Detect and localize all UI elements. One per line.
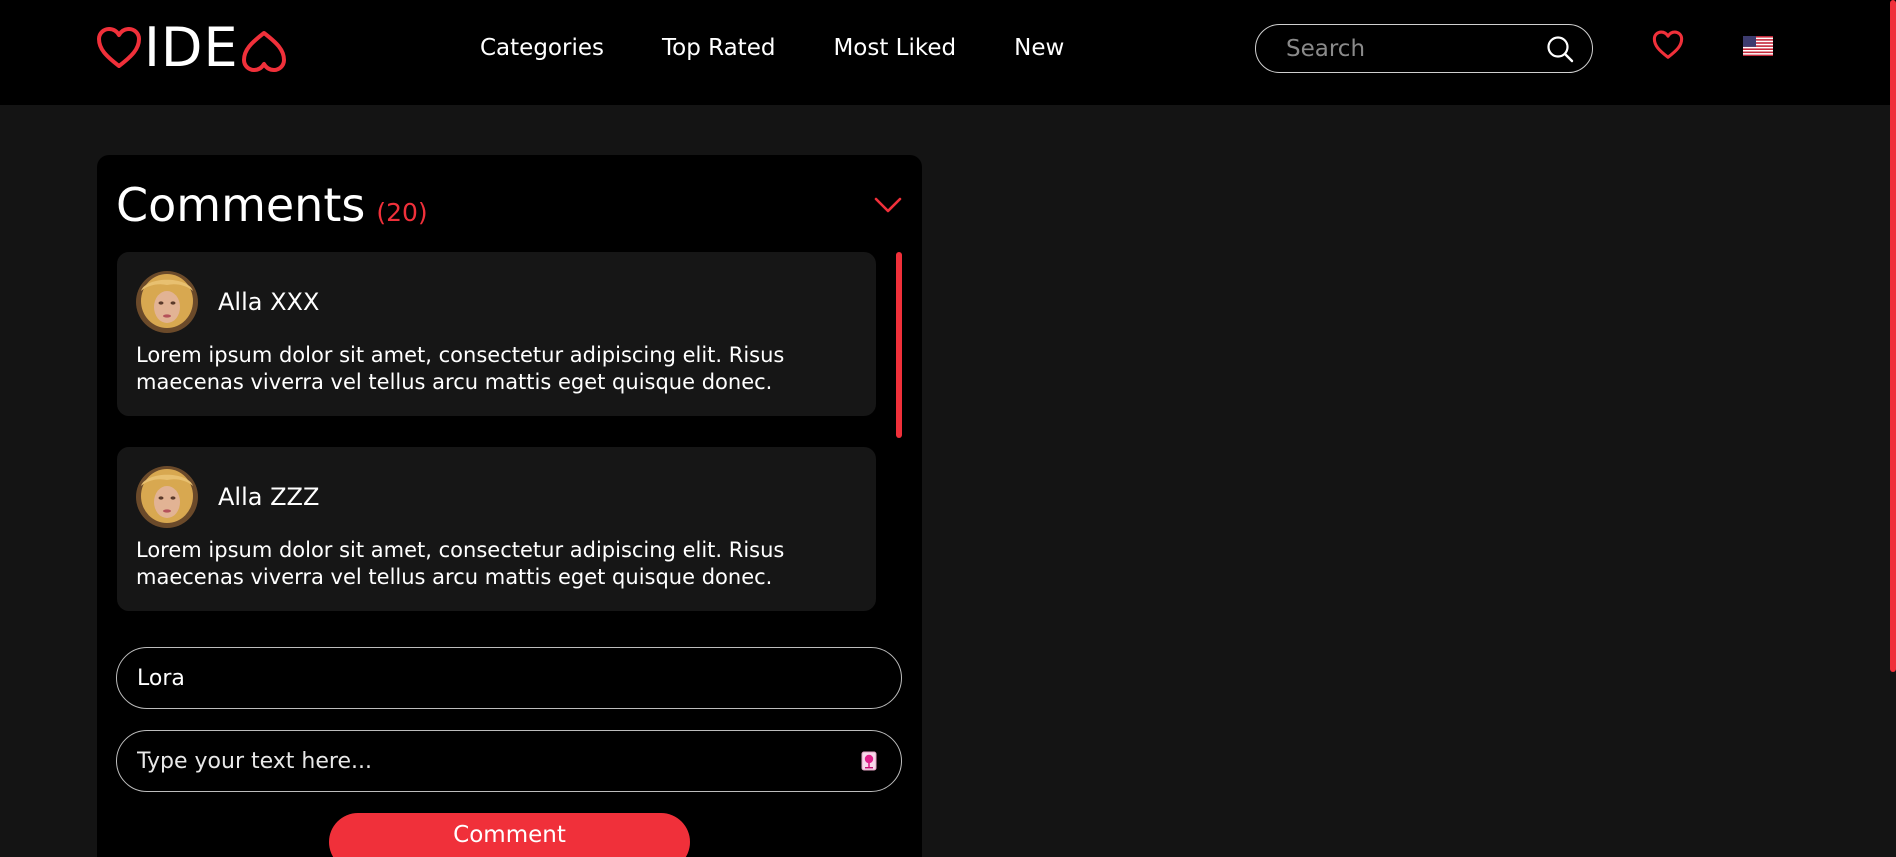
name-input[interactable] [137, 665, 877, 691]
search-icon[interactable] [1546, 35, 1574, 63]
comment-text: Lorem ipsum dolor sit amet, consectetur … [136, 343, 785, 394]
comment-submit-button[interactable]: Comment [329, 813, 690, 857]
avatar [136, 466, 198, 528]
search-box [1255, 24, 1593, 73]
comment-author[interactable]: Alla ZZZ [218, 481, 319, 513]
nav-most-liked[interactable]: Most Liked [833, 30, 956, 66]
comment-text: Lorem ipsum dolor sit amet, consectetur … [136, 538, 785, 589]
comments-list: Alla XXX Lorem ipsum dolor sit amet, con… [117, 252, 877, 666]
avatar [136, 271, 198, 333]
comment-item: Alla ZZZ Lorem ipsum dolor sit amet, con… [117, 447, 876, 611]
comments-scrollbar[interactable] [896, 252, 902, 438]
comment-item: Alla XXX Lorem ipsum dolor sit amet, con… [117, 252, 876, 416]
emoji-icon[interactable] [861, 751, 877, 771]
search-input[interactable] [1286, 35, 1546, 62]
comments-title: Comments [116, 178, 366, 232]
page-scrollbar[interactable] [1890, 0, 1896, 672]
main-nav: Categories Top Rated Most Liked New [480, 30, 1064, 66]
nav-new[interactable]: New [1014, 30, 1064, 66]
name-field [116, 647, 902, 709]
nav-categories[interactable]: Categories [480, 30, 604, 66]
site-header: IDE Categories Top Rated Most Liked New [0, 0, 1896, 105]
comments-count: (20) [376, 198, 428, 227]
us-flag-icon[interactable] [1743, 36, 1773, 56]
site-logo[interactable]: IDE [96, 18, 287, 78]
heart-outline-icon [241, 31, 286, 72]
logo-text: IDE [144, 16, 239, 79]
chevron-down-icon[interactable] [873, 195, 903, 215]
comment-author[interactable]: Alla XXX [218, 286, 319, 318]
comments-panel: Comments (20) Alla XXX Lorem ipsum dolor… [97, 155, 922, 857]
nav-top-rated[interactable]: Top Rated [662, 30, 775, 66]
comments-header: Comments (20) [116, 175, 428, 235]
comment-text-input[interactable] [137, 748, 861, 774]
heart-outline-icon [97, 27, 141, 68]
favorites-heart-icon[interactable] [1652, 30, 1684, 60]
comment-text-field [116, 730, 902, 792]
